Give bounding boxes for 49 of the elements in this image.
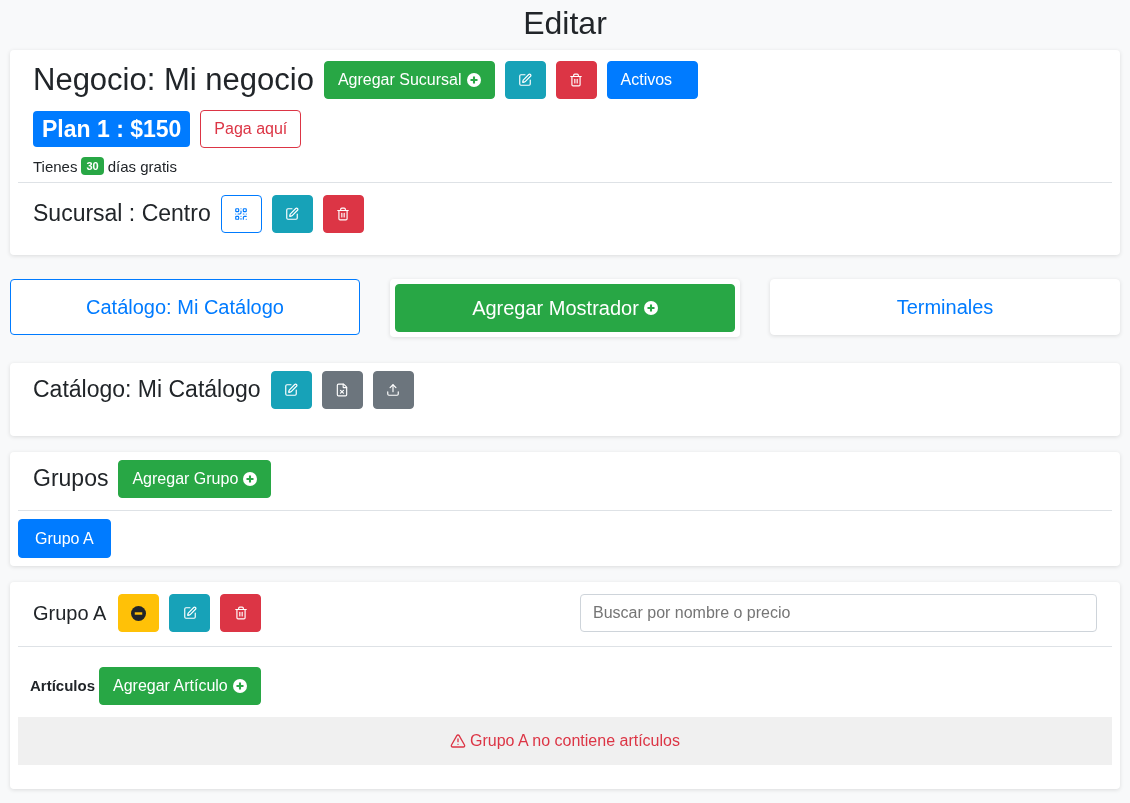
empty-message: Grupo A no contiene artículos [470,732,680,750]
upload-button[interactable] [372,371,414,409]
tab[interactable]: Catálogo: Mi Catálogo [10,279,360,335]
qr-code-button[interactable] [220,195,262,233]
edit-icon [285,207,300,221]
excel-button[interactable] [321,371,363,409]
delete-button[interactable] [555,61,597,99]
file-x-icon [335,383,350,397]
status-button[interactable]: Activos [606,61,698,99]
tab[interactable]: Terminales [770,279,1120,335]
groups-title: Grupos [33,465,109,493]
edit-button[interactable] [504,61,546,99]
add-article-button[interactable]: Agregar Artículo [99,667,261,705]
qr-code-icon [234,207,249,221]
trash-icon [569,73,583,87]
edit-button[interactable] [271,195,313,233]
disable-button[interactable] [118,594,160,632]
edit-button[interactable] [169,594,211,632]
business-title: Negocio: Mi negocio [33,61,314,99]
group-tab[interactable]: Grupo A [18,519,111,558]
group-title: Grupo A [33,601,107,625]
pay-button[interactable]: Paga aquí [200,110,302,148]
edit-button[interactable] [270,371,312,409]
days-badge: 30 [81,157,104,175]
edit-icon [182,606,197,620]
trial-text: Tienes [33,157,78,175]
plus-circle-icon [643,301,658,315]
add-counter-tab[interactable]: Agregar Mostrador [395,284,735,332]
trash-icon [233,606,248,620]
delete-button[interactable] [322,195,364,233]
search-field[interactable]: Buscar por nombre o precio [580,594,1097,632]
trial-text: días gratis [107,157,177,175]
page-title: Editar [522,4,608,42]
edit-icon [284,383,299,397]
warning-icon [450,733,467,749]
add-branch-button[interactable]: Agregar Sucursal [323,61,495,99]
catalog-title: Catálogo: Mi Catálogo [33,376,261,404]
trash-icon [336,207,351,221]
edit-icon [518,73,532,87]
plus-circle-icon [466,73,481,87]
plus-circle-icon [232,679,247,693]
branch-title: Sucursal : Centro [33,200,211,228]
upload-icon [386,383,401,397]
delete-button[interactable] [220,594,262,632]
articles-label: Artículos [30,677,95,695]
minus-circle-icon [131,605,147,621]
plus-circle-icon [243,472,258,486]
add-group-button[interactable]: Agregar Grupo [118,460,272,498]
plan-badge: Plan 1 : $150 [33,111,191,147]
